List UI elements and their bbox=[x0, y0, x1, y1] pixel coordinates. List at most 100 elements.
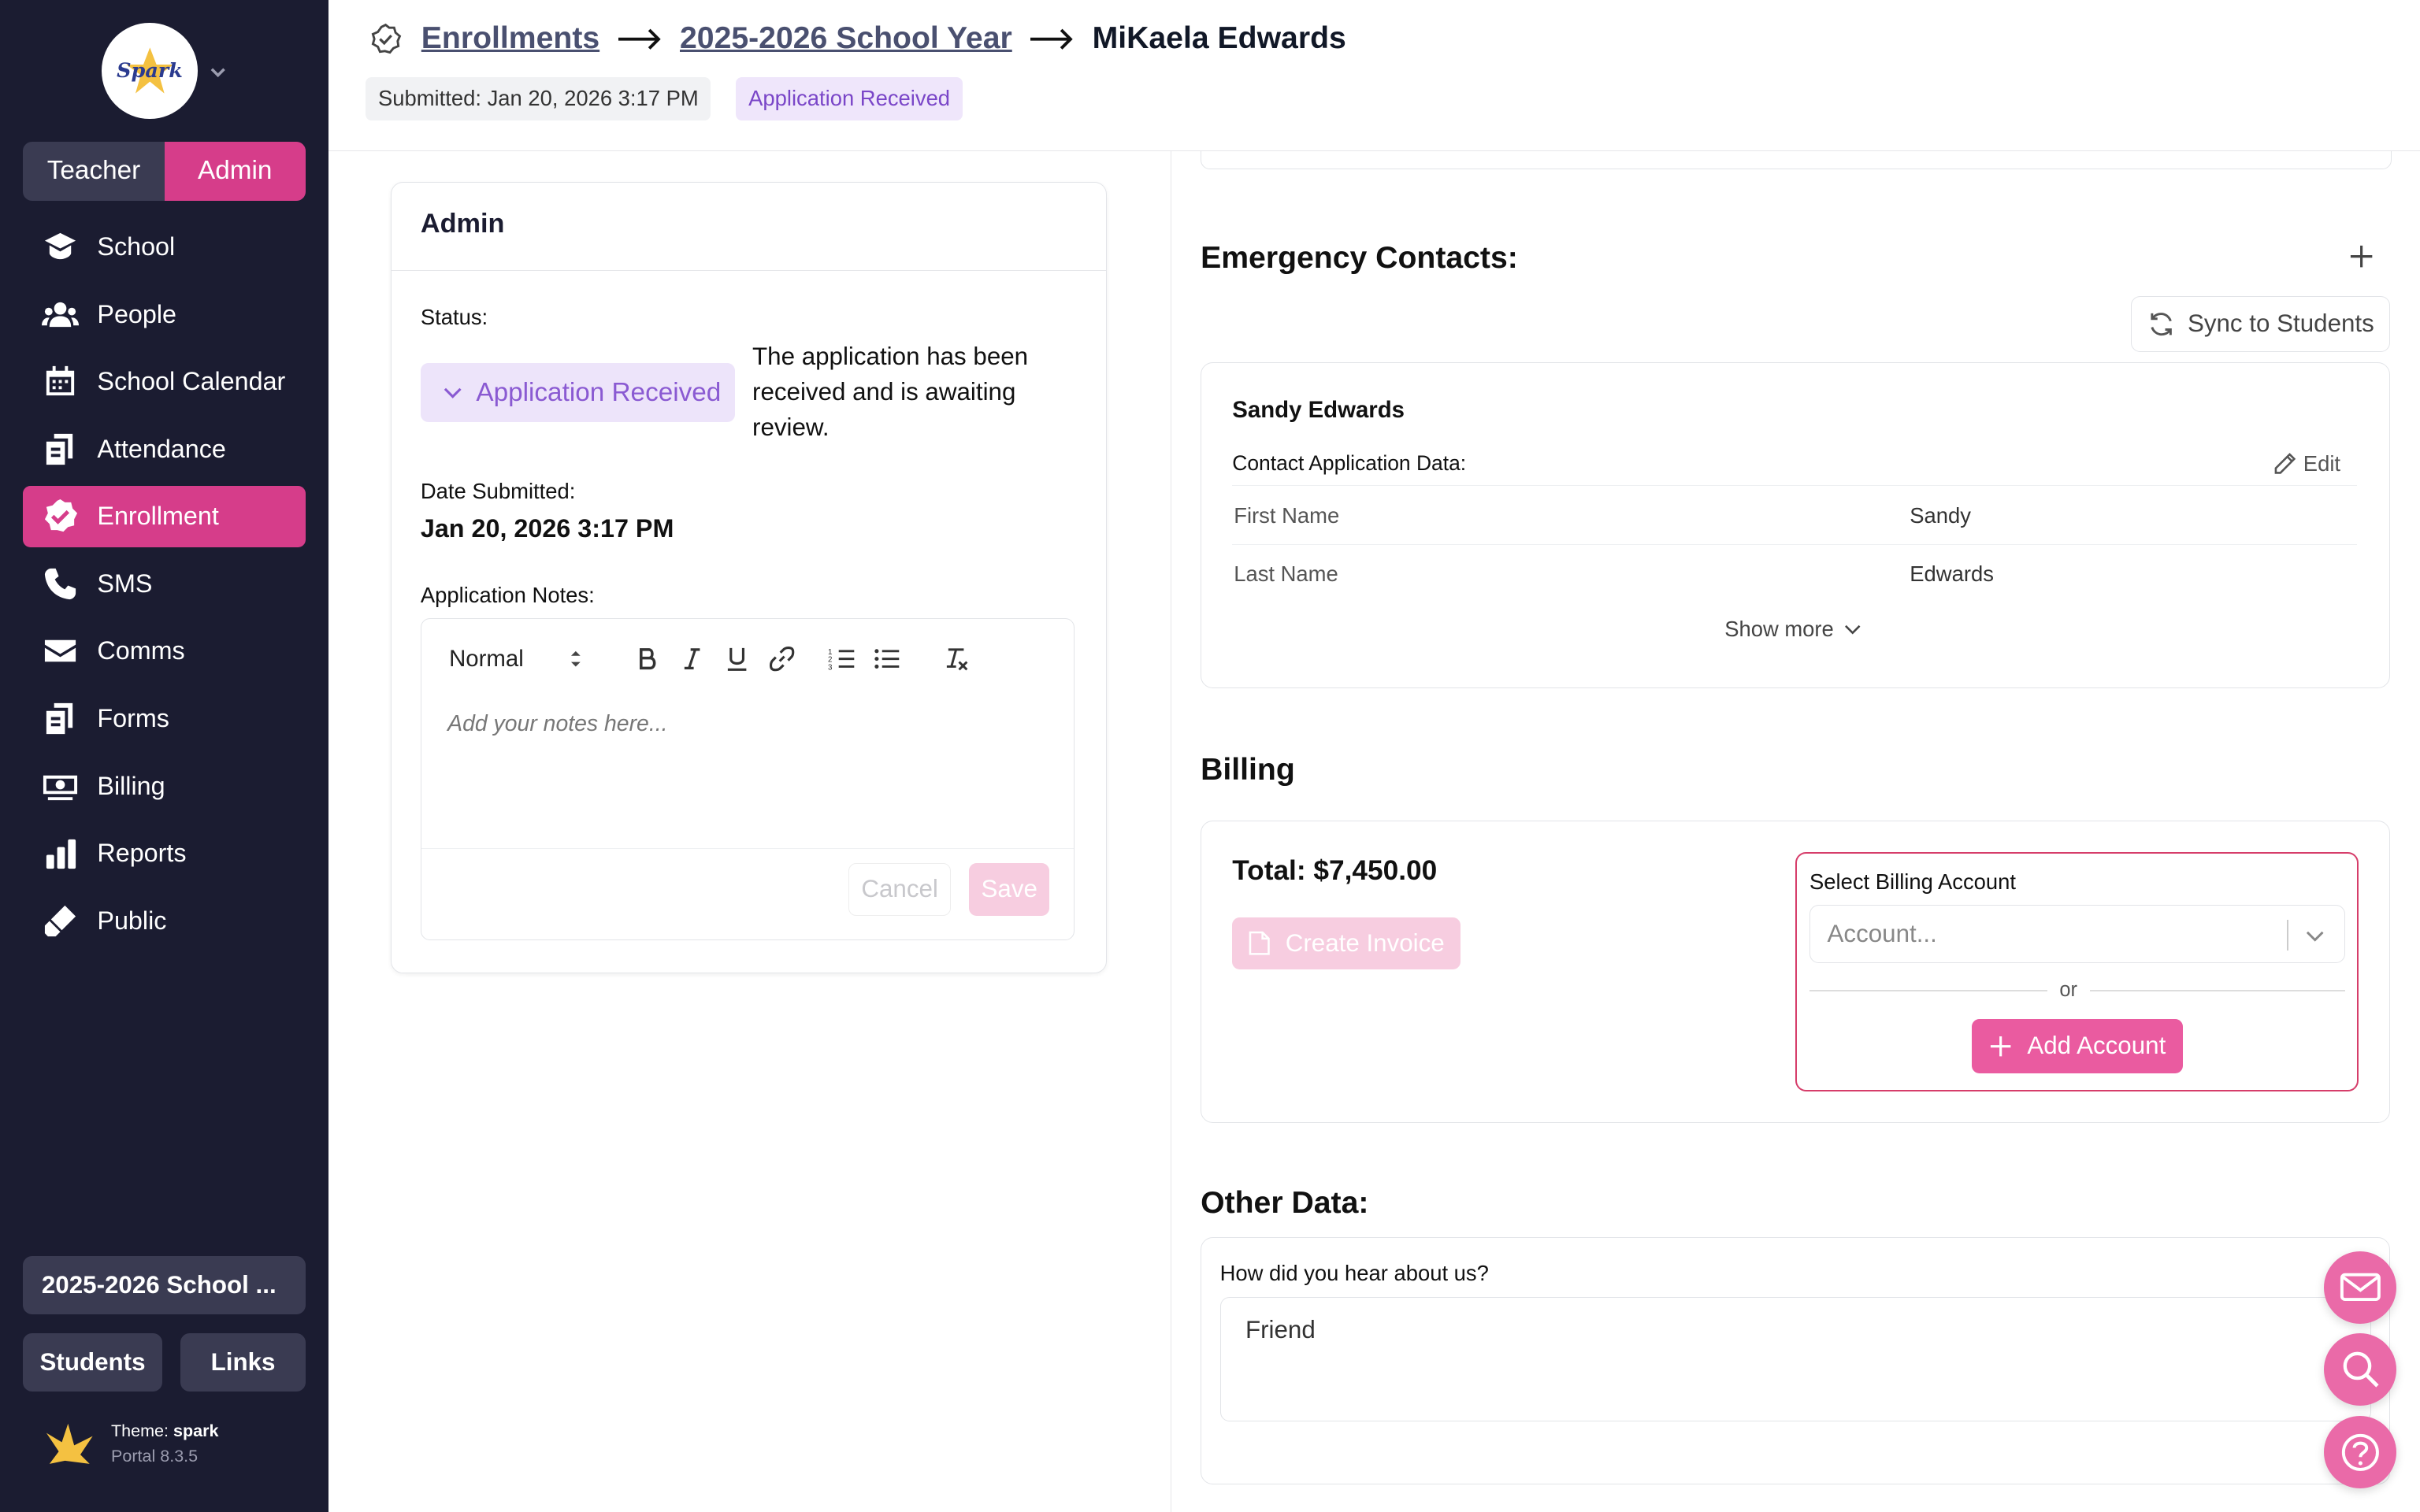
status-label: Status: bbox=[420, 304, 488, 329]
row-value: Sandy bbox=[1910, 502, 1971, 528]
sidebar-item-label: Enrollment bbox=[97, 502, 219, 531]
add-contact-plus-icon[interactable] bbox=[2348, 243, 2375, 270]
role-admin-button[interactable]: Admin bbox=[164, 142, 306, 201]
school-icon bbox=[44, 232, 76, 260]
clear-format-button[interactable] bbox=[933, 640, 978, 677]
editor-toolbar: Normal 123 bbox=[421, 619, 1075, 699]
portal-version: Portal 8.3.5 bbox=[111, 1446, 199, 1466]
select-arrows-icon bbox=[570, 650, 581, 667]
sync-to-students-button[interactable]: Sync to Students bbox=[2131, 296, 2391, 352]
sidebar-item-label: Comms bbox=[97, 636, 185, 665]
sidebar-item-label: School Calendar bbox=[97, 367, 286, 396]
sidebar-item-enrollment[interactable]: Enrollment bbox=[23, 485, 306, 547]
sidebar-item-label: School bbox=[97, 232, 176, 261]
contact-row-last-name: Last Name Edwards bbox=[1232, 543, 2358, 602]
or-label: or bbox=[2047, 979, 2090, 1002]
create-invoice-button[interactable]: Create Invoice bbox=[1232, 917, 1461, 970]
right-panel: Emergency Contacts: Sync to Students San… bbox=[1171, 150, 2420, 1512]
chevron-down-icon[interactable] bbox=[207, 61, 228, 83]
format-select[interactable]: Normal bbox=[449, 646, 600, 673]
clear-format-icon bbox=[946, 648, 968, 671]
submitted-badge: Submitted: Jan 20, 2026 3:17 PM bbox=[366, 76, 711, 120]
page-header: Enrollments 2025-2026 School Year MiKael… bbox=[328, 0, 2420, 151]
sidebar-item-label: Forms bbox=[97, 704, 169, 733]
sidebar-item-school[interactable]: School bbox=[23, 216, 305, 277]
link-button[interactable] bbox=[759, 640, 804, 677]
pencil-icon bbox=[2274, 453, 2296, 475]
sidebar-item-people[interactable]: People bbox=[23, 284, 305, 345]
role-teacher-button[interactable]: Teacher bbox=[23, 142, 164, 200]
mail-icon bbox=[2340, 1273, 2381, 1302]
select-separator bbox=[2287, 919, 2289, 951]
sync-label: Sync to Students bbox=[2187, 309, 2374, 338]
cancel-button[interactable]: Cancel bbox=[848, 863, 951, 916]
sidebar-nav: School People School Calendar Attendance… bbox=[23, 216, 306, 958]
status-dropdown[interactable]: Application Received bbox=[420, 363, 736, 422]
select-billing-account-label: Select Billing Account bbox=[1809, 869, 2017, 894]
contact-card: Sandy Edwards Contact Application Data: … bbox=[1201, 362, 2391, 688]
document-icon bbox=[1249, 931, 1270, 955]
show-more-button[interactable]: Show more bbox=[1724, 617, 1861, 642]
bullet-list-button[interactable] bbox=[864, 640, 909, 677]
sidebar-item-billing[interactable]: Billing bbox=[23, 755, 305, 817]
search-fab[interactable] bbox=[2324, 1332, 2397, 1406]
notes-input[interactable]: Add your notes here... bbox=[421, 699, 1075, 749]
theme-name: spark bbox=[173, 1421, 219, 1441]
sync-icon bbox=[2151, 312, 2172, 335]
sidebar-item-label: Public bbox=[97, 906, 167, 935]
plus-icon bbox=[1991, 1036, 2011, 1056]
sidebar-item-forms[interactable]: Forms bbox=[23, 687, 305, 749]
status-description: The application has been received and is… bbox=[752, 342, 1029, 442]
school-logo[interactable]: Spark bbox=[102, 23, 198, 119]
sidebar-item-label: Reports bbox=[97, 839, 187, 868]
other-data-card: How did you hear about us? Friend bbox=[1201, 1237, 2391, 1484]
role-toggle: Teacher Admin bbox=[23, 142, 306, 201]
italic-button[interactable] bbox=[670, 640, 714, 677]
calendar-icon bbox=[46, 366, 75, 396]
messages-fab[interactable] bbox=[2324, 1251, 2397, 1324]
ordered-list-button[interactable]: 123 bbox=[819, 640, 864, 677]
mail-icon bbox=[44, 640, 76, 662]
spark-theme-icon bbox=[46, 1424, 93, 1465]
sidebar-item-sms[interactable]: SMS bbox=[23, 553, 305, 614]
question-label: How did you hear about us? bbox=[1219, 1261, 1489, 1286]
sidebar-item-reports[interactable]: Reports bbox=[23, 823, 305, 884]
chevron-down-icon bbox=[444, 387, 462, 398]
link-icon bbox=[769, 646, 794, 672]
contact-row-first-name: First Name Sandy bbox=[1232, 485, 2358, 543]
students-button[interactable]: Students bbox=[23, 1332, 162, 1392]
bold-button[interactable] bbox=[625, 640, 670, 677]
row-key: First Name bbox=[1234, 502, 1340, 528]
bold-icon bbox=[640, 647, 656, 670]
sidebar-item-attendance[interactable]: Attendance bbox=[23, 418, 305, 480]
save-button[interactable]: Save bbox=[969, 863, 1050, 916]
billing-card: Total: $7,450.00 Create Invoice Select B… bbox=[1201, 821, 2391, 1124]
search-icon bbox=[2343, 1351, 2379, 1388]
add-account-button[interactable]: Add Account bbox=[1971, 1018, 2184, 1073]
previous-card-edge bbox=[1201, 150, 2392, 170]
sidebar-item-school-calendar[interactable]: School Calendar bbox=[23, 350, 305, 412]
chevron-down-icon bbox=[2306, 932, 2324, 943]
application-notes-label: Application Notes: bbox=[420, 582, 595, 607]
public-icon bbox=[44, 905, 76, 936]
sidebar-item-comms[interactable]: Comms bbox=[23, 621, 305, 682]
row-value: Edwards bbox=[1910, 561, 1994, 587]
underline-button[interactable] bbox=[714, 640, 759, 677]
sidebar-item-public[interactable]: Public bbox=[23, 890, 305, 951]
breadcrumb-school-year-link[interactable]: 2025-2026 School Year bbox=[680, 21, 1012, 56]
billing-account-select[interactable]: Account... bbox=[1809, 904, 2345, 964]
answer-textarea[interactable]: Friend bbox=[1219, 1296, 2371, 1422]
edit-contact-button[interactable]: Edit bbox=[2273, 451, 2340, 476]
ordered-list-icon: 123 bbox=[828, 648, 855, 672]
breadcrumb-enrollments-link[interactable]: Enrollments bbox=[421, 21, 599, 56]
contact-name: Sandy Edwards bbox=[1232, 397, 1405, 424]
theme-info: Theme: spark Portal 8.3.5 bbox=[43, 1419, 219, 1469]
school-year-selector[interactable]: 2025-2026 School ... bbox=[23, 1255, 306, 1315]
date-submitted-value: Jan 20, 2026 3:17 PM bbox=[420, 514, 674, 543]
links-button[interactable]: Links bbox=[180, 1332, 306, 1392]
edit-label: Edit bbox=[2303, 451, 2341, 476]
create-invoice-label: Create Invoice bbox=[1285, 928, 1445, 957]
billing-icon bbox=[43, 775, 77, 800]
italic-icon bbox=[684, 648, 700, 669]
other-data-title: Other Data: bbox=[1201, 1186, 1369, 1221]
